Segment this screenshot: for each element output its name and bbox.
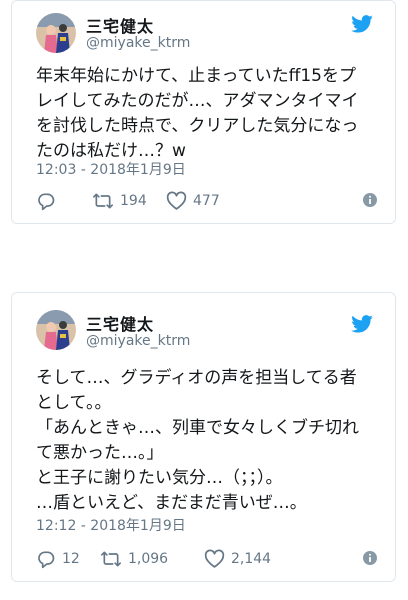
info-icon[interactable] — [363, 551, 377, 565]
display-name[interactable]: 三宅健太 — [86, 311, 154, 335]
avatar[interactable] — [36, 13, 76, 53]
heart-icon — [204, 549, 225, 568]
tweet-actions: 12 1,096 2,144 — [36, 548, 377, 570]
retweet-icon — [93, 193, 113, 209]
user-handle[interactable]: @miyake_ktrm — [86, 333, 190, 349]
like-button[interactable]: 477 — [166, 190, 220, 212]
user-handle[interactable]: @miyake_ktrm — [86, 35, 190, 51]
retweet-count: 1,096 — [128, 551, 169, 567]
display-name[interactable]: 三宅健太 — [86, 13, 154, 37]
tweet-card-1: 三宅健太 @miyake_ktrm 年末年始にかけて、止まっていたff15をプ … — [11, 0, 396, 224]
tweet-timestamp[interactable]: 12:03 - 2018年1月9日 — [36, 159, 186, 179]
tweet-card-2: 三宅健太 @miyake_ktrm そして…、グラディオの声を担当してる者 とし… — [11, 292, 396, 582]
reply-button[interactable] — [36, 190, 62, 212]
avatar-image — [36, 310, 76, 350]
reply-button[interactable]: 12 — [36, 548, 80, 570]
reply-icon — [38, 193, 55, 211]
like-count: 477 — [193, 193, 220, 209]
reply-count: 12 — [62, 551, 80, 567]
avatar-image — [36, 13, 76, 53]
info-icon[interactable] — [363, 193, 377, 207]
heart-icon — [166, 191, 187, 210]
reply-icon — [38, 551, 55, 569]
twitter-bird-icon[interactable] — [351, 15, 373, 33]
retweet-button[interactable]: 194 — [92, 190, 147, 212]
tweet-text: 年末年始にかけて、止まっていたff15をプ レイしてみたのだが…、アダマンタイマ… — [36, 66, 359, 161]
retweet-count: 194 — [120, 193, 147, 209]
twitter-bird-icon[interactable] — [351, 315, 373, 333]
retweet-icon — [101, 551, 121, 567]
like-button[interactable]: 2,144 — [204, 548, 271, 570]
tweet-timestamp[interactable]: 12:12 - 2018年1月9日 — [36, 515, 186, 535]
tweet-text: そして…、グラディオの声を担当してる者 として。。 「あんときゃ…、列車で女々し… — [36, 368, 359, 513]
avatar[interactable] — [36, 310, 76, 350]
retweet-button[interactable]: 1,096 — [100, 548, 168, 570]
like-count: 2,144 — [231, 551, 272, 567]
tweet-actions: 194 477 — [36, 190, 377, 212]
